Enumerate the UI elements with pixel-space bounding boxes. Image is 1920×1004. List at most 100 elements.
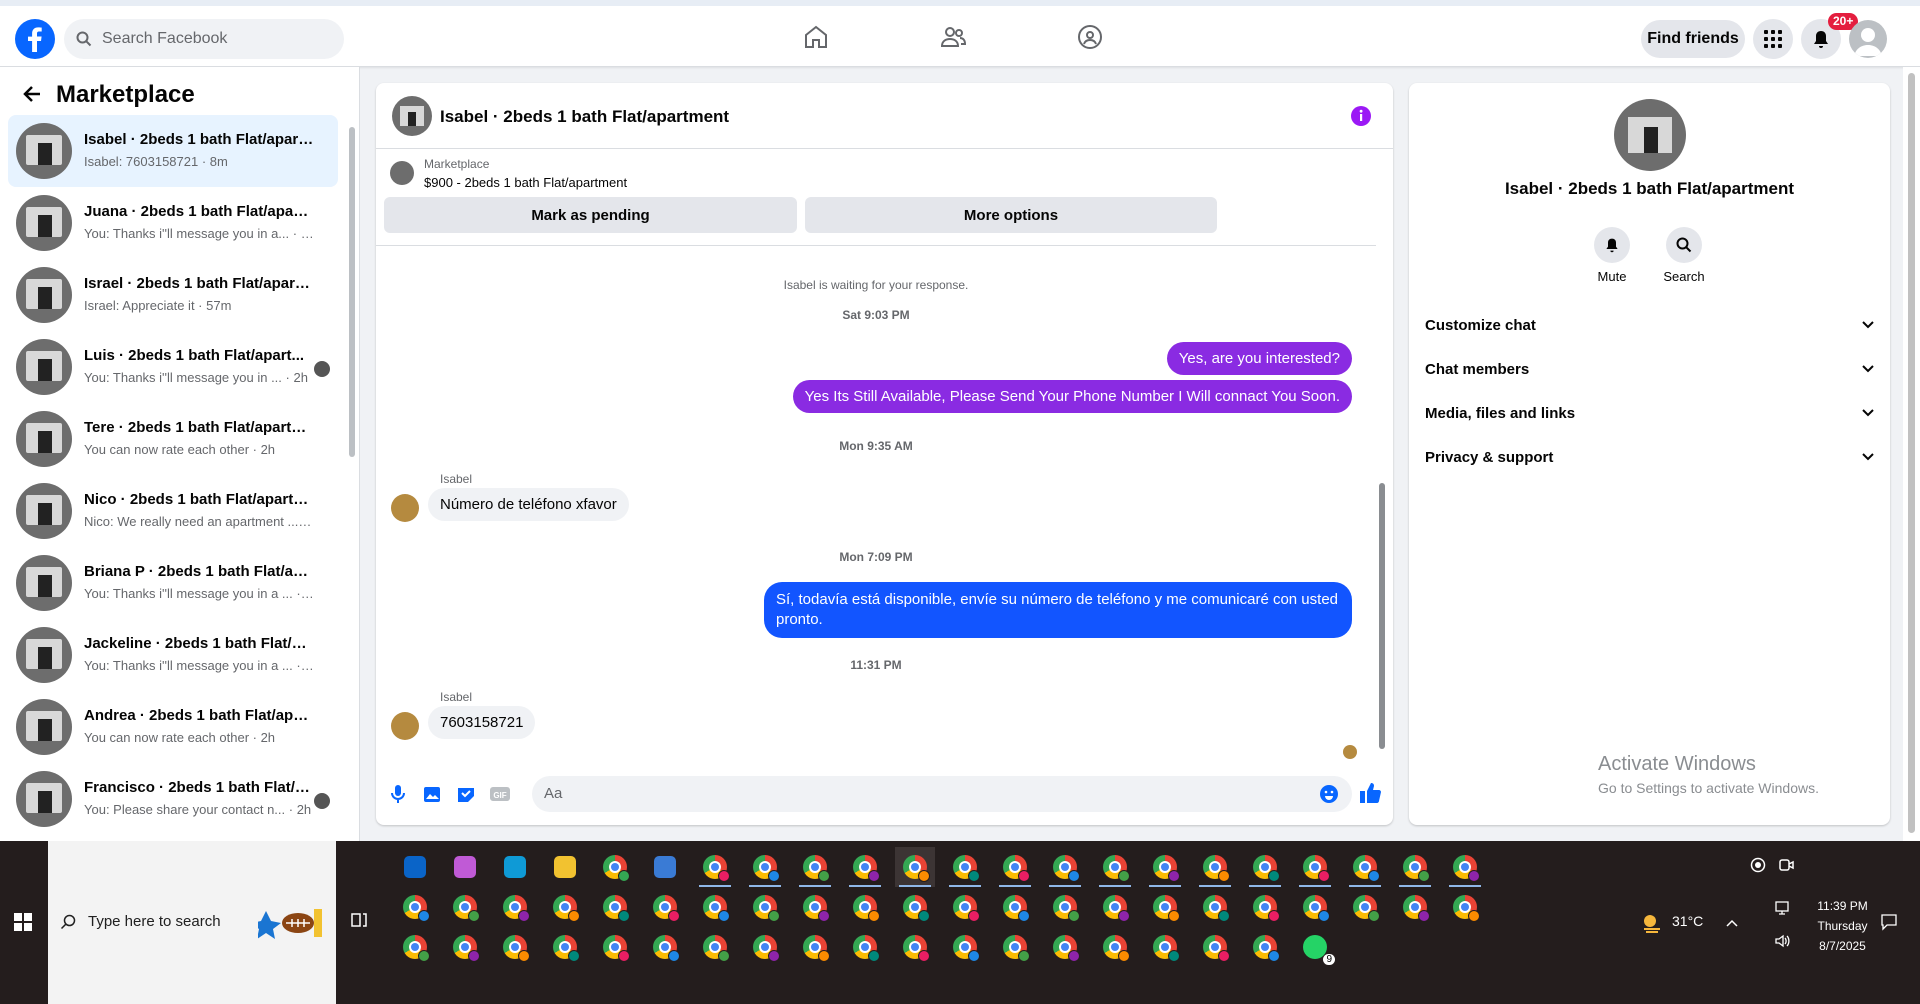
thumbs-up-icon[interactable] bbox=[1359, 782, 1381, 804]
chrome-profile-icon[interactable] bbox=[845, 927, 885, 967]
chrome-profile-icon[interactable] bbox=[1395, 847, 1435, 887]
chat-avatar[interactable] bbox=[392, 96, 432, 136]
photo-icon[interactable] bbox=[423, 784, 443, 804]
whatsapp-icon[interactable]: 9 bbox=[1295, 927, 1335, 967]
chrome-profile-icon[interactable] bbox=[445, 927, 485, 967]
chrome-profile-icon[interactable] bbox=[845, 887, 885, 927]
chrome-profile-icon[interactable] bbox=[545, 887, 585, 927]
outlook-icon[interactable] bbox=[395, 847, 435, 887]
microphone-icon[interactable] bbox=[390, 784, 406, 804]
facebook-logo-icon[interactable] bbox=[15, 19, 55, 59]
back-arrow-icon[interactable] bbox=[22, 84, 42, 104]
chrome-profile-icon[interactable] bbox=[395, 927, 435, 967]
chrome-profile-icon[interactable] bbox=[1295, 887, 1335, 927]
chrome-profile-icon[interactable] bbox=[895, 847, 935, 887]
chrome-profile-icon[interactable] bbox=[1345, 887, 1385, 927]
task-view-icon[interactable] bbox=[350, 911, 368, 929]
chrome-profile-icon[interactable] bbox=[745, 927, 785, 967]
search-conversation-button[interactable]: Search bbox=[1648, 227, 1720, 284]
sticker-icon[interactable] bbox=[456, 784, 476, 804]
chrome-profile-icon[interactable] bbox=[995, 847, 1035, 887]
file-explorer-icon[interactable] bbox=[545, 847, 585, 887]
chrome-profile-icon[interactable] bbox=[1395, 887, 1435, 927]
sender-avatar[interactable] bbox=[391, 712, 419, 740]
microsoft-store-icon[interactable] bbox=[645, 847, 685, 887]
meet-now-icon[interactable] bbox=[1778, 857, 1794, 873]
conversation-item[interactable]: Francisco · 2beds 1 bath Flat/a... You: P… bbox=[8, 763, 338, 835]
windows-start-icon[interactable] bbox=[14, 913, 32, 931]
chrome-profile-icon[interactable] bbox=[495, 927, 535, 967]
sender-avatar[interactable] bbox=[391, 494, 419, 522]
customize-chat-section[interactable]: Customize chat bbox=[1425, 303, 1875, 347]
message-scrollbar[interactable] bbox=[1375, 245, 1389, 765]
listing-avatar[interactable] bbox=[1614, 99, 1686, 171]
conversation-item[interactable]: Luis · 2beds 1 bath Flat/apart... You: Th… bbox=[8, 331, 338, 403]
conversation-item[interactable]: Isabel · 2beds 1 bath Flat/apart... Isabe… bbox=[8, 115, 338, 187]
chrome-profile-icon[interactable] bbox=[1195, 887, 1235, 927]
chrome-profile-icon[interactable] bbox=[1145, 847, 1185, 887]
chrome-profile-icon[interactable] bbox=[1045, 847, 1085, 887]
weather-icon[interactable] bbox=[1640, 911, 1664, 935]
chrome-profile-icon[interactable] bbox=[795, 847, 835, 887]
chrome-profile-icon[interactable] bbox=[895, 887, 935, 927]
groups-icon[interactable] bbox=[1077, 24, 1103, 50]
conversation-item[interactable]: Jackeline · 2beds 1 bath Flat/apa... You:… bbox=[8, 619, 338, 691]
edge-icon[interactable] bbox=[495, 847, 535, 887]
chrome-profile-icon[interactable] bbox=[1045, 927, 1085, 967]
chrome-profile-icon[interactable] bbox=[895, 927, 935, 967]
chat-title[interactable]: Isabel · 2beds 1 bath Flat/apartment bbox=[440, 107, 729, 127]
emoji-icon[interactable] bbox=[1319, 784, 1339, 804]
incoming-message[interactable]: Número de teléfono xfavor bbox=[428, 488, 629, 521]
volume-icon[interactable] bbox=[1774, 933, 1790, 949]
chrome-profile-icon[interactable] bbox=[745, 847, 785, 887]
more-options-button[interactable]: More options bbox=[805, 197, 1217, 233]
chrome-profile-icon[interactable] bbox=[1245, 927, 1285, 967]
chrome-profile-icon[interactable] bbox=[845, 847, 885, 887]
home-icon[interactable] bbox=[803, 24, 829, 50]
chrome-profile-icon[interactable] bbox=[945, 887, 985, 927]
page-scrollbar[interactable] bbox=[1903, 67, 1920, 841]
gif-icon[interactable]: GIF bbox=[489, 784, 511, 804]
chrome-profile-icon[interactable] bbox=[695, 887, 735, 927]
record-icon[interactable] bbox=[1750, 857, 1766, 873]
conversation-item[interactable]: Juana · 2beds 1 bath Flat/apart... You: T… bbox=[8, 187, 338, 259]
network-icon[interactable] bbox=[1774, 900, 1790, 916]
chrome-profile-icon[interactable] bbox=[995, 927, 1035, 967]
chrome-profile-icon[interactable] bbox=[545, 927, 585, 967]
chrome-profile-icon[interactable] bbox=[645, 887, 685, 927]
chrome-profile-icon[interactable] bbox=[795, 927, 835, 967]
chrome-profile-icon[interactable] bbox=[445, 887, 485, 927]
conversation-item[interactable]: Andrea · 2beds 1 bath Flat/apart... You c… bbox=[8, 691, 338, 763]
chrome-profile-icon[interactable] bbox=[1295, 847, 1335, 887]
chrome-profile-icon[interactable] bbox=[595, 887, 635, 927]
chrome-profile-icon[interactable] bbox=[1145, 887, 1185, 927]
conversation-item[interactable]: Nico · 2beds 1 bath Flat/apartm... Nico: … bbox=[8, 475, 338, 547]
incoming-message[interactable]: 7603158721 bbox=[428, 706, 536, 739]
mark-as-pending-button[interactable]: Mark as pending bbox=[384, 197, 797, 233]
listing-thumbnail[interactable] bbox=[390, 161, 414, 185]
chrome-profile-icon[interactable] bbox=[645, 927, 685, 967]
chrome-profile-icon[interactable] bbox=[1445, 847, 1485, 887]
taskbar-clock[interactable]: 11:39 PM Thursday 8/7/2025 bbox=[1805, 896, 1880, 956]
chrome-profile-icon[interactable] bbox=[1095, 847, 1135, 887]
chrome-profile-icon[interactable] bbox=[395, 887, 435, 927]
scrollbar-thumb[interactable] bbox=[1908, 73, 1915, 833]
chrome-profile-icon[interactable] bbox=[695, 847, 735, 887]
mute-button[interactable]: Mute bbox=[1576, 227, 1648, 284]
chrome-profile-icon[interactable] bbox=[1195, 927, 1235, 967]
chat-members-section[interactable]: Chat members bbox=[1425, 347, 1875, 391]
chrome-profile-icon[interactable] bbox=[1245, 887, 1285, 927]
chrome-profile-icon[interactable] bbox=[1145, 927, 1185, 967]
menu-grid-icon[interactable] bbox=[1753, 19, 1793, 59]
scrollbar-thumb[interactable] bbox=[349, 127, 355, 457]
media-files-links-section[interactable]: Media, files and links bbox=[1425, 391, 1875, 435]
chrome-profile-icon[interactable] bbox=[945, 847, 985, 887]
chrome-profile-icon[interactable] bbox=[1195, 847, 1235, 887]
facebook-search-box[interactable]: Search Facebook bbox=[64, 19, 344, 59]
find-friends-button[interactable]: Find friends bbox=[1641, 20, 1745, 58]
chrome-profile-icon[interactable] bbox=[695, 927, 735, 967]
chrome-profile-icon[interactable] bbox=[595, 927, 635, 967]
notification-center-icon[interactable] bbox=[1880, 913, 1898, 931]
chrome-profile-icon[interactable] bbox=[1245, 847, 1285, 887]
chrome-profile-icon[interactable] bbox=[745, 887, 785, 927]
